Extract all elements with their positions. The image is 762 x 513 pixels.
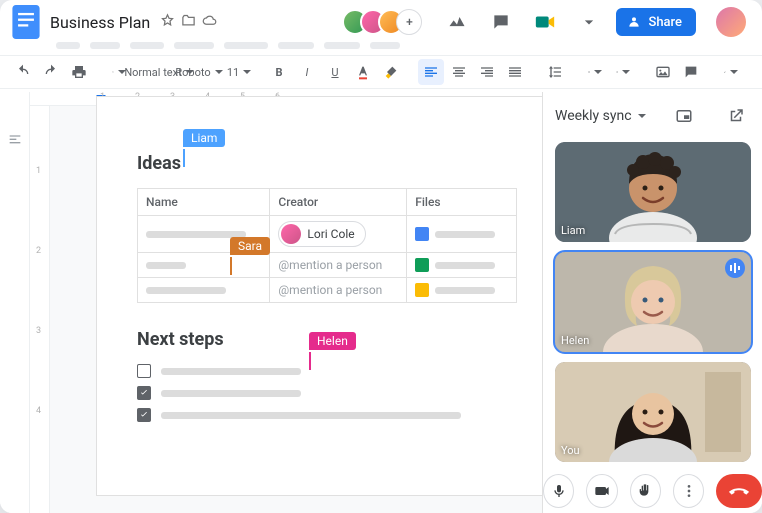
meet-controls (543, 464, 762, 513)
meet-panel: Weekly sync Liam Helen You (542, 92, 762, 513)
checkbox[interactable] (137, 408, 151, 422)
table-header[interactable]: Name (138, 189, 270, 216)
slide-file-icon (415, 283, 429, 297)
activity-icon[interactable] (440, 5, 474, 39)
mention-placeholder[interactable]: @mention a person (278, 283, 382, 297)
insert-comment-button[interactable] (678, 59, 704, 85)
checkbox[interactable] (137, 386, 151, 400)
meet-chevron-down-icon[interactable] (638, 114, 646, 122)
vertical-ruler[interactable]: 1234 (30, 106, 50, 513)
align-left-button[interactable] (418, 59, 444, 85)
tile-name: Liam (561, 224, 585, 237)
bold-button[interactable]: B (266, 59, 292, 85)
table-row[interactable]: Lori Cole (138, 216, 517, 253)
presence-avatars[interactable]: + (350, 9, 422, 35)
mention-placeholder[interactable]: @mention a person (278, 258, 382, 272)
avatar-overflow[interactable]: + (396, 9, 422, 35)
align-center-button[interactable] (446, 59, 472, 85)
table-header[interactable]: Files (407, 189, 517, 216)
table-row[interactable]: @mention a person (138, 253, 517, 278)
outline-rail (0, 92, 30, 513)
meet-icon[interactable] (528, 5, 562, 39)
more-options-button[interactable] (673, 474, 704, 508)
mic-button[interactable] (543, 474, 574, 508)
star-icon[interactable] (160, 13, 175, 32)
picture-in-picture-icon[interactable] (670, 102, 698, 130)
raise-hand-button[interactable] (630, 474, 661, 508)
meet-chevron-down-icon[interactable] (572, 5, 606, 39)
popout-icon[interactable] (722, 102, 750, 130)
checkbox[interactable] (137, 364, 151, 378)
video-tile[interactable]: You (555, 362, 751, 462)
video-tiles: Liam Helen You (543, 140, 762, 464)
checklist-item[interactable] (137, 408, 515, 422)
collab-cursor-helen: Helen (309, 352, 311, 370)
hangup-button[interactable] (716, 474, 762, 508)
toolbar: Normal text Roboto 11 B I U (0, 55, 762, 89)
heading-ideas[interactable]: Ideas (137, 153, 515, 174)
tile-name: Helen (561, 334, 589, 347)
ideas-table[interactable]: NameCreatorFiles Lori Cole @mention a per… (137, 188, 517, 303)
move-icon[interactable] (181, 13, 196, 32)
workspace: 123456 1234 Liam Ideas NameCreatorFiles … (0, 92, 762, 513)
collab-cursor-sara: Sara (230, 257, 232, 275)
style-dropdown[interactable]: Normal text (146, 59, 172, 85)
outline-icon[interactable] (7, 132, 23, 513)
doc-title-actions (160, 13, 217, 32)
textcolor-button[interactable] (350, 59, 376, 85)
cloud-status-icon[interactable] (202, 13, 217, 32)
align-right-button[interactable] (474, 59, 500, 85)
align-justify-button[interactable] (502, 59, 528, 85)
account-avatar[interactable] (716, 7, 746, 37)
video-tile[interactable]: Helen (555, 252, 751, 352)
doc-title[interactable]: Business Plan (50, 13, 150, 32)
person-chip[interactable]: Lori Cole (278, 221, 365, 247)
editing-mode-dropdown[interactable] (718, 59, 744, 85)
print-button[interactable] (66, 59, 92, 85)
insert-image-button[interactable] (650, 59, 676, 85)
doc-file-icon (415, 227, 429, 241)
table-row[interactable]: @mention a person (138, 278, 517, 303)
font-dropdown[interactable]: Roboto (186, 59, 212, 85)
collab-cursor-liam: Liam (183, 149, 185, 167)
checklist-item[interactable] (137, 386, 515, 400)
bulletlist-button[interactable] (610, 59, 636, 85)
app-frame: Business Plan + Share (0, 0, 762, 513)
video-tile[interactable]: Liam (555, 142, 751, 242)
sheet-file-icon (415, 258, 429, 272)
share-label: Share (648, 15, 682, 30)
title-bar: Business Plan + Share (0, 0, 762, 38)
speaking-indicator-icon (725, 258, 745, 278)
undo-button[interactable] (10, 59, 36, 85)
meet-header: Weekly sync (543, 92, 762, 140)
docs-logo-icon[interactable] (12, 5, 40, 39)
menu-bar[interactable] (0, 38, 762, 55)
camera-button[interactable] (586, 474, 617, 508)
redo-button[interactable] (38, 59, 64, 85)
document-area: 123456 1234 Liam Ideas NameCreatorFiles … (30, 92, 542, 513)
checklist-item[interactable] (137, 364, 515, 378)
fontsize-dropdown[interactable]: 11 (226, 59, 252, 85)
highlight-button[interactable] (378, 59, 404, 85)
meet-title[interactable]: Weekly sync (555, 108, 632, 124)
line-spacing-button[interactable] (542, 59, 568, 85)
table-header[interactable]: Creator (270, 189, 407, 216)
page[interactable]: Liam Ideas NameCreatorFiles Lori Cole @me… (96, 96, 542, 496)
share-button[interactable]: Share (616, 8, 696, 36)
comments-icon[interactable] (484, 5, 518, 39)
underline-button[interactable]: U (322, 59, 348, 85)
checklist-button[interactable] (582, 59, 608, 85)
italic-button[interactable]: I (294, 59, 320, 85)
tile-name: You (561, 444, 580, 457)
collapse-toolbar-button[interactable] (758, 59, 762, 85)
